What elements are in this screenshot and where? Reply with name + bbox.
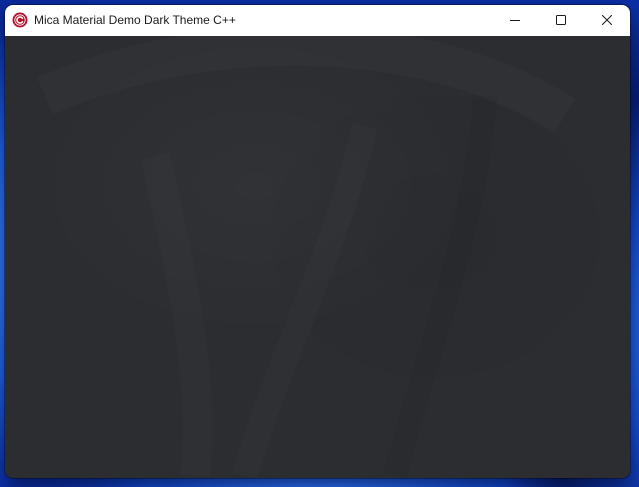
close-button[interactable] bbox=[584, 5, 630, 36]
app-window[interactable]: Mica Material Demo Dark Theme C++ bbox=[5, 5, 630, 478]
client-area[interactable] bbox=[5, 36, 630, 478]
close-icon bbox=[601, 12, 613, 30]
window-title: Mica Material Demo Dark Theme C++ bbox=[34, 13, 236, 27]
maximize-button[interactable] bbox=[538, 5, 584, 36]
maximize-icon bbox=[556, 12, 566, 30]
mica-backdrop-texture bbox=[383, 95, 497, 478]
minimize-button[interactable] bbox=[492, 5, 538, 36]
app-c-logo-icon[interactable] bbox=[12, 12, 28, 28]
minimize-icon bbox=[510, 12, 520, 30]
title-bar[interactable]: Mica Material Demo Dark Theme C++ bbox=[5, 5, 630, 36]
